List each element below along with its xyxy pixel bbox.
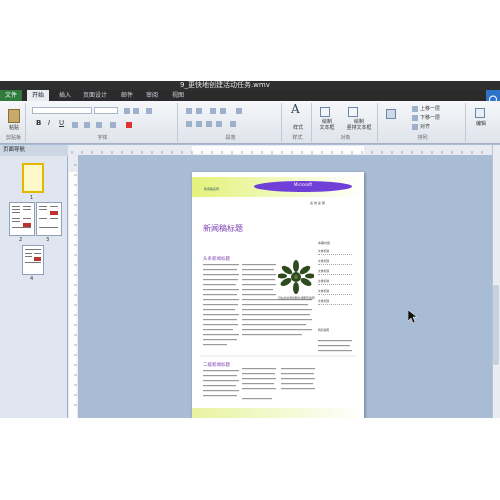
font-group-label: 字体 [97,135,108,141]
tab-file[interactable]: 文件 [0,90,22,101]
bring-forward-icon[interactable] [412,106,418,112]
contents-item[interactable]: 文章标题 [318,299,352,305]
tab-page-design[interactable]: 页面设计 [80,90,110,101]
align-icon[interactable] [412,124,418,130]
page-thumbnail-2[interactable] [9,202,35,236]
font-group: B I U 字体 [28,103,178,142]
horizontal-ruler[interactable] [68,145,492,155]
edit-button-label[interactable]: 编辑 [468,121,494,127]
tab-review[interactable]: 审阅 [142,90,162,101]
decrease-indent-icon[interactable] [210,108,216,114]
wrap-text-icon[interactable] [386,109,396,119]
draw-textbox-button-label[interactable]: 绘制 文本框 [314,119,340,131]
line-spacing-icon[interactable] [230,121,236,127]
font-size-field[interactable] [94,107,118,114]
help-icon[interactable] [486,90,500,104]
footer-band [192,408,364,418]
tab-home[interactable]: 开始 [27,90,49,101]
clipboard-group: 粘贴 剪贴板 [2,103,26,142]
underline-icon[interactable]: U [59,120,64,127]
page-thumbnail-1[interactable] [22,163,44,193]
clipboard-group-label: 剪贴板 [5,135,21,141]
contents-item[interactable]: 文章标题 [318,259,352,265]
title-bar: 9_更快地创建活动任务.wmv [0,81,500,90]
styles-icon[interactable]: A [291,103,300,115]
scrollbar-thumb[interactable] [493,285,499,365]
contents-item[interactable]: 文章标题 [318,249,352,255]
tab-view[interactable]: 视图 [168,90,188,101]
objects-group: 绘制 文本框 绘制 竖排文本框 对象 [314,103,378,142]
italic-icon[interactable]: I [48,120,50,127]
contents-item[interactable]: 文章标题 [318,279,352,285]
ribbon: 粘贴 剪贴板 B I U 字体 段落 A 样式 样式 绘制 文本框 绘制 竖排文… [0,101,500,144]
find-icon[interactable] [475,108,485,118]
page-number-3: 3 [46,237,50,243]
font-color-icon[interactable] [126,122,132,128]
tab-insert[interactable]: 插入 [55,90,75,101]
styles-group: A 样式 样式 [284,103,312,142]
page-number-4: 4 [30,276,34,282]
increase-indent-icon[interactable] [220,108,226,114]
objects-group-label: 对象 [340,135,351,141]
send-backward-label[interactable]: 下移一层 [420,115,440,121]
subscript-icon[interactable] [84,122,90,128]
body-text-lines [200,264,356,400]
vertical-scrollbar[interactable] [492,145,500,418]
bring-forward-label[interactable]: 上移一层 [420,106,440,112]
superscript-icon[interactable] [96,122,102,128]
plant-image[interactable] [277,260,315,294]
paragraph-group-label: 段落 [225,135,236,141]
vertical-ruler[interactable] [68,155,78,418]
image-caption[interactable]: 可在此处添加图片或图形说明 [278,296,314,300]
draw-vertical-textbox-button-label[interactable]: 绘制 竖排文本框 [340,119,378,131]
grow-font-icon[interactable] [124,108,130,114]
paste-icon[interactable] [8,109,20,123]
change-case-icon[interactable] [110,122,116,128]
styles-button-label[interactable]: 样式 [284,125,312,131]
styles-group-label: 样式 [292,135,303,141]
paste-button-label[interactable]: 粘贴 [2,125,26,131]
bold-icon[interactable]: B [36,120,41,127]
draw-textbox-icon[interactable] [320,107,330,117]
bullets-icon[interactable] [186,108,192,114]
publication-page[interactable]: Microsoft 新闻稿名称 第 卷 第 期 新闻稿标题 头条新闻标题 二级新… [192,172,364,418]
align-left-icon[interactable] [186,121,192,127]
edit-group: 编辑 [468,103,494,142]
arrange-group: 上移一层 下移一层 对齐 排列 [380,103,466,142]
align-center-icon[interactable] [196,121,202,127]
ribbon-tabs: 文件 开始 插入 页面设计 邮件 审阅 视图 [0,90,500,104]
send-backward-icon[interactable] [412,115,418,121]
font-name-field[interactable] [32,107,92,114]
contents-item[interactable]: 文章标题 [318,269,352,275]
justify-icon[interactable] [216,121,222,127]
strikethrough-icon[interactable] [72,122,78,128]
window-title: 9_更快地创建活动任务.wmv [180,81,270,89]
contents-heading[interactable]: 本期内容 [318,241,330,245]
shrink-font-icon[interactable] [133,108,139,114]
arrange-group-label: 排列 [417,135,428,141]
tab-mailings[interactable]: 邮件 [117,90,137,101]
contents-item[interactable]: 文章标题 [318,289,352,295]
page-navigation-header: 页面导航 [0,145,68,156]
paragraph-mark-icon[interactable] [236,108,242,114]
align-label[interactable]: 对齐 [420,124,430,130]
mouse-cursor-icon [407,309,418,324]
publisher-window: 9_更快地创建活动任务.wmv 文件 开始 插入 页面设计 邮件 审阅 视图 粘… [0,81,500,418]
draw-vertical-textbox-icon[interactable] [348,107,358,117]
page-number-1: 1 [30,195,34,201]
clear-format-icon[interactable] [146,108,152,114]
special-notes-heading[interactable]: 特别说明 [318,328,352,334]
page-thumbnail-3[interactable] [36,202,62,236]
page-thumbnail-4[interactable] [22,245,44,275]
numbering-icon[interactable] [196,108,202,114]
paragraph-group: 段落 [180,103,282,142]
align-right-icon[interactable] [206,121,212,127]
page-number-2: 2 [19,237,23,243]
page-navigation-pane: 页面导航 1 2 3 4 [0,145,68,418]
